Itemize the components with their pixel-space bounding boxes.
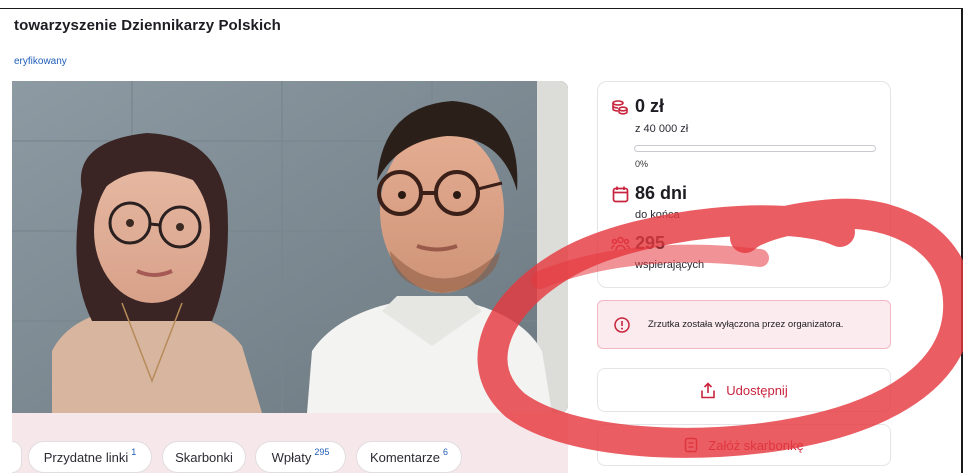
create-piggy-bank-button[interactable]: Załóż skarbonkę xyxy=(597,424,891,466)
days-left-label: do końca xyxy=(635,209,680,221)
tab-label: Wpłaty xyxy=(271,449,312,465)
tab-comments[interactable]: Komentarze 6 xyxy=(356,441,462,473)
supporters-icon xyxy=(611,235,630,257)
raised-amount: 0 zł xyxy=(635,96,665,116)
tab-label: Komentarze xyxy=(369,449,441,465)
organizer-name[interactable]: towarzyszenie Dziennikarzy Polskich xyxy=(14,17,281,34)
piggy-label: Załóż skarbonkę xyxy=(708,437,804,453)
tab-useful-links[interactable]: Przydatne linki 1 xyxy=(28,441,152,473)
tab-piggy-banks[interactable]: Skarbonki xyxy=(162,441,246,473)
tab-label: Skarbonki xyxy=(175,449,233,465)
progress-percent: 0% xyxy=(635,159,649,169)
campaign-photo[interactable] xyxy=(12,81,568,413)
days-left: 86 dni xyxy=(635,183,688,203)
verified-badge: eryfikowany xyxy=(14,56,67,67)
disabled-alert: Zrzutka została wyłączona przez organiza… xyxy=(597,300,891,349)
calendar-icon xyxy=(612,186,629,208)
progress-bar xyxy=(634,145,876,152)
tab-partial-hidden[interactable] xyxy=(12,441,22,473)
stats-card: 0 zł z 40 000 zł 0% 86 dni do końca 295 … xyxy=(597,81,891,288)
share-label: Udostępnij xyxy=(726,382,788,398)
share-button[interactable]: Udostępnij xyxy=(597,368,891,412)
coins-icon xyxy=(612,99,628,120)
goal-amount: z 40 000 zł xyxy=(635,123,689,135)
tab-count: 6 xyxy=(443,447,449,457)
tab-label: Przydatne linki xyxy=(43,449,129,465)
share-icon xyxy=(701,381,716,398)
supporters-label: wspierających xyxy=(635,259,705,271)
info-icon xyxy=(614,316,630,333)
alert-text: Zrzutka została wyłączona przez organiza… xyxy=(648,319,844,330)
tab-count: 295 xyxy=(314,447,330,457)
window-top-edge xyxy=(0,8,963,9)
piggy-bank-icon xyxy=(685,437,698,453)
tab-payments[interactable]: Wpłaty 295 xyxy=(255,441,346,473)
supporters-count: 295 xyxy=(635,233,666,253)
tab-count: 1 xyxy=(131,447,137,457)
